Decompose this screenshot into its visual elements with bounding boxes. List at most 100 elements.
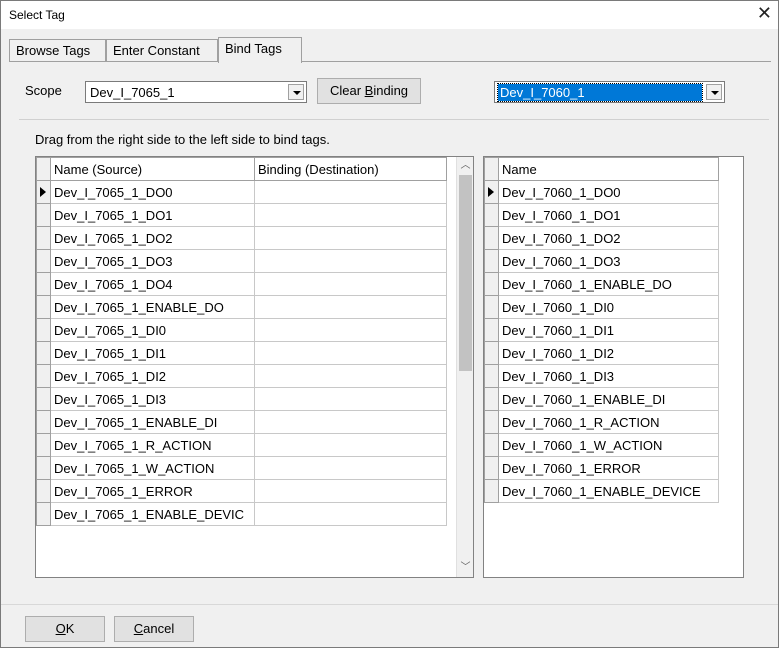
row-header[interactable] [484,456,499,480]
source-name-cell[interactable]: Dev_I_7065_1_DI0 [50,318,255,342]
table-row[interactable]: Dev_I_7065_1_ENABLE_DO [36,295,447,319]
source-name-cell[interactable]: Dev_I_7065_1_DI3 [50,387,255,411]
tab-browse-tags[interactable]: Browse Tags [9,39,106,61]
row-header[interactable] [484,272,499,296]
source-name-cell[interactable]: Dev_I_7065_1_ENABLE_DO [50,295,255,319]
target-device-dropdown[interactable]: Dev_I_7060_1 [494,81,725,103]
current-row-arrow-icon[interactable] [484,180,499,204]
table-row[interactable]: Dev_I_7065_1_W_ACTION [36,456,447,480]
table-row[interactable]: Dev_I_7060_1_W_ACTION [484,433,719,457]
row-header[interactable] [36,502,51,526]
table-row[interactable]: Dev_I_7060_1_DO2 [484,226,719,250]
binding-cell[interactable] [254,364,447,388]
destination-name-cell[interactable]: Dev_I_7060_1_DO2 [498,226,719,250]
table-row[interactable]: Dev_I_7065_1_ENABLE_DEVIC [36,502,447,526]
table-row[interactable]: Dev_I_7060_1_DI1 [484,318,719,342]
destination-name-cell[interactable]: Dev_I_7060_1_R_ACTION [498,410,719,434]
row-header[interactable] [36,226,51,250]
close-icon[interactable]: ✕ [757,4,772,22]
table-row[interactable]: Dev_I_7060_1_ERROR [484,456,719,480]
row-header[interactable] [36,364,51,388]
row-header[interactable] [484,410,499,434]
tab-enter-constant[interactable]: Enter Constant [106,39,218,61]
table-row[interactable]: Dev_I_7060_1_DO1 [484,203,719,227]
table-row[interactable]: Dev_I_7065_1_DO3 [36,249,447,273]
row-header[interactable] [36,203,51,227]
row-header[interactable] [36,318,51,342]
binding-cell[interactable] [254,479,447,503]
row-header[interactable] [36,341,51,365]
destination-name-cell[interactable]: Dev_I_7060_1_DI3 [498,364,719,388]
table-row[interactable]: Dev_I_7060_1_DO0 [484,180,719,204]
binding-cell[interactable] [254,226,447,250]
cancel-button[interactable]: Cancel [114,616,194,642]
scroll-up-icon[interactable]: ︿ [457,157,473,174]
row-header[interactable] [36,249,51,273]
source-name-cell[interactable]: Dev_I_7065_1_DO0 [50,180,255,204]
table-row[interactable]: Dev_I_7060_1_DI3 [484,364,719,388]
row-header[interactable] [484,226,499,250]
binding-cell[interactable] [254,203,447,227]
binding-cell[interactable] [254,387,447,411]
table-row[interactable]: Dev_I_7065_1_DO1 [36,203,447,227]
source-name-cell[interactable]: Dev_I_7065_1_W_ACTION [50,456,255,480]
table-row[interactable]: Dev_I_7065_1_ERROR [36,479,447,503]
source-tags-grid[interactable]: Name (Source) Binding (Destination) Dev_… [35,156,474,578]
destination-name-cell[interactable]: Dev_I_7060_1_ENABLE_DO [498,272,719,296]
table-row[interactable]: Dev_I_7065_1_DO2 [36,226,447,250]
source-name-cell[interactable]: Dev_I_7065_1_DI2 [50,364,255,388]
table-row[interactable]: Dev_I_7060_1_DI2 [484,341,719,365]
column-header-name-source[interactable]: Name (Source) [50,157,255,181]
scope-dropdown[interactable]: Dev_I_7065_1 [85,81,307,103]
source-name-cell[interactable]: Dev_I_7065_1_R_ACTION [50,433,255,457]
binding-cell[interactable] [254,433,447,457]
source-name-cell[interactable]: Dev_I_7065_1_ENABLE_DEVIC [50,502,255,526]
destination-name-cell[interactable]: Dev_I_7060_1_ENABLE_DEVICE [498,479,719,503]
binding-cell[interactable] [254,410,447,434]
destination-name-cell[interactable]: Dev_I_7060_1_W_ACTION [498,433,719,457]
row-header[interactable] [36,456,51,480]
row-header[interactable] [36,433,51,457]
row-header[interactable] [484,249,499,273]
table-row[interactable]: Dev_I_7060_1_R_ACTION [484,410,719,434]
binding-cell[interactable] [254,502,447,526]
source-grid-scrollbar[interactable]: ︿ ﹀ [456,157,473,577]
row-header[interactable] [484,387,499,411]
row-header[interactable] [484,341,499,365]
source-name-cell[interactable]: Dev_I_7065_1_DO3 [50,249,255,273]
scrollbar-thumb[interactable] [459,175,472,371]
destination-name-cell[interactable]: Dev_I_7060_1_DI0 [498,295,719,319]
ok-button[interactable]: OK [25,616,105,642]
row-header[interactable] [36,295,51,319]
chevron-down-icon[interactable] [288,84,304,100]
table-row[interactable]: Dev_I_7065_1_DO0 [36,180,447,204]
clear-binding-button[interactable]: Clear Binding [317,78,421,104]
row-header[interactable] [484,479,499,503]
column-header-binding-destination[interactable]: Binding (Destination) [254,157,447,181]
table-row[interactable]: Dev_I_7060_1_ENABLE_DEVICE [484,479,719,503]
binding-cell[interactable] [254,180,447,204]
row-header[interactable] [484,203,499,227]
binding-cell[interactable] [254,272,447,296]
source-name-cell[interactable]: Dev_I_7065_1_DO1 [50,203,255,227]
table-row[interactable]: Dev_I_7065_1_ENABLE_DI [36,410,447,434]
table-row[interactable]: Dev_I_7060_1_ENABLE_DO [484,272,719,296]
table-row[interactable]: Dev_I_7065_1_DI0 [36,318,447,342]
destination-name-cell[interactable]: Dev_I_7060_1_DO0 [498,180,719,204]
scroll-down-icon[interactable]: ﹀ [457,559,473,576]
destination-name-cell[interactable]: Dev_I_7060_1_ENABLE_DI [498,387,719,411]
binding-cell[interactable] [254,318,447,342]
binding-cell[interactable] [254,295,447,319]
row-header[interactable] [484,318,499,342]
destination-name-cell[interactable]: Dev_I_7060_1_DI1 [498,318,719,342]
binding-cell[interactable] [254,341,447,365]
destination-name-cell[interactable]: Dev_I_7060_1_DO1 [498,203,719,227]
table-row[interactable]: Dev_I_7065_1_DI1 [36,341,447,365]
row-header[interactable] [36,410,51,434]
row-header[interactable] [484,433,499,457]
table-row[interactable]: Dev_I_7060_1_ENABLE_DI [484,387,719,411]
destination-tags-grid[interactable]: Name Dev_I_7060_1_DO0 Dev_I_7060_1_DO1 Dev… [483,156,744,578]
table-row[interactable]: Dev_I_7065_1_R_ACTION [36,433,447,457]
source-name-cell[interactable]: Dev_I_7065_1_ENABLE_DI [50,410,255,434]
source-name-cell[interactable]: Dev_I_7065_1_DO2 [50,226,255,250]
